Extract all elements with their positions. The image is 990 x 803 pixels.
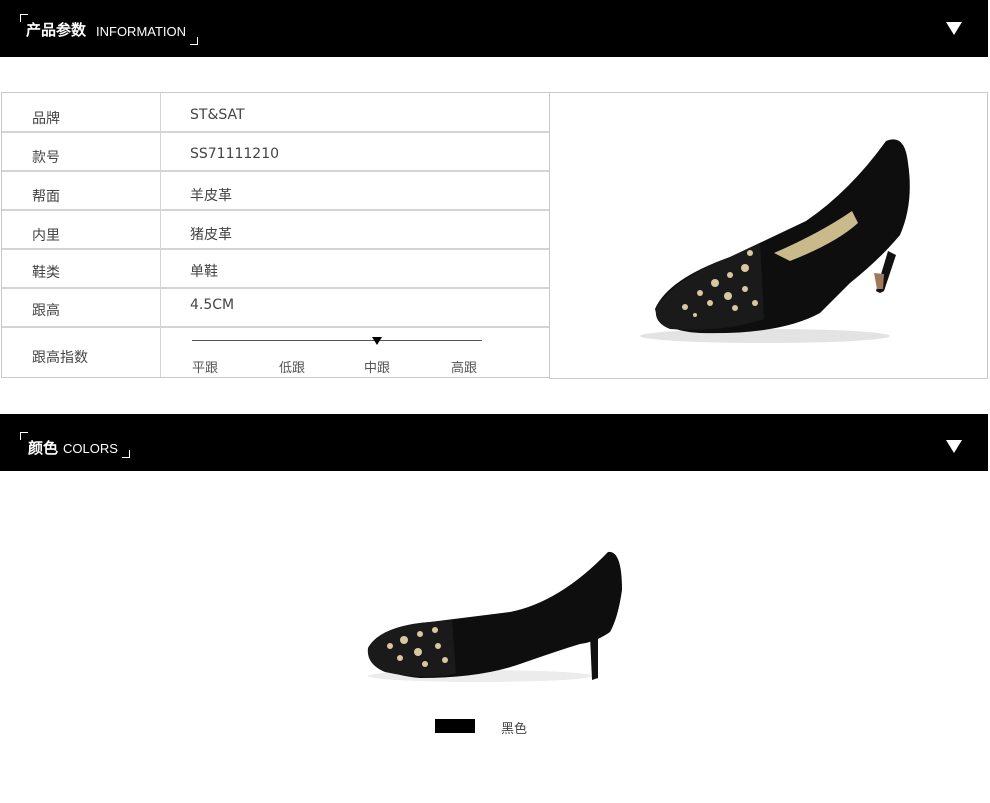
heel-level-flat: 平跟 (192, 361, 219, 376)
spec-label: 鞋类 (32, 265, 60, 281)
spec-label: 跟高 (32, 303, 60, 319)
spec-label: 款号 (32, 150, 60, 166)
section-header-colors: 颜色 COLORS (0, 414, 988, 471)
section-title-en: COLORS (63, 441, 118, 456)
table-row: 内里 猪皮革 (2, 210, 550, 250)
section-header-information: 产品参数 INFORMATION (0, 0, 988, 57)
spec-label: 帮面 (32, 189, 60, 205)
color-swatch-label: 黑色 (501, 722, 528, 737)
color-swatch-black[interactable] (435, 719, 475, 733)
table-row: 跟高 4.5CM (2, 288, 550, 328)
color-variant-photo (367, 551, 622, 682)
heel-level-mid: 中跟 (364, 361, 391, 376)
spec-label: 内里 (32, 228, 60, 244)
heel-level-high: 高跟 (451, 361, 478, 376)
table-row: 款号 SS71111210 (2, 132, 550, 172)
table-row: 品牌 ST&SAT (2, 93, 550, 133)
heel-index-marker-icon (372, 337, 382, 345)
triangle-down-icon[interactable] (946, 22, 962, 35)
product-photo (640, 139, 910, 343)
section-title-cn: 产品参数 (26, 21, 87, 39)
heel-level-low: 低跟 (279, 361, 306, 376)
triangle-down-icon[interactable] (946, 440, 962, 453)
table-row: 鞋类 单鞋 (2, 249, 550, 289)
bracket-corner-icon (20, 432, 28, 440)
spec-label: 跟高指数 (32, 350, 88, 366)
table-row: 帮面 羊皮革 (2, 171, 550, 211)
spec-value: ST&SAT (190, 107, 245, 123)
spec-value: 4.5CM (190, 297, 235, 313)
spec-label: 品牌 (32, 111, 60, 127)
bracket-corner-icon (190, 37, 198, 45)
spec-value: SS71111210 (190, 146, 280, 162)
spec-value: 羊皮革 (190, 188, 232, 204)
spec-table: 品牌 ST&SAT 款号 SS71111210 帮面 羊皮革 内里 猪皮革 鞋类… (1, 92, 550, 379)
heel-index-scale (192, 340, 482, 341)
bracket-corner-icon (122, 450, 130, 458)
table-row: 跟高指数 平跟 低跟 中跟 高跟 (2, 327, 550, 379)
spec-value: 猪皮革 (190, 227, 232, 243)
product-image-frame (549, 92, 988, 379)
section-title-cn: 颜色 (28, 439, 59, 457)
spec-value: 单鞋 (190, 264, 218, 280)
section-title-en: INFORMATION (96, 24, 187, 39)
